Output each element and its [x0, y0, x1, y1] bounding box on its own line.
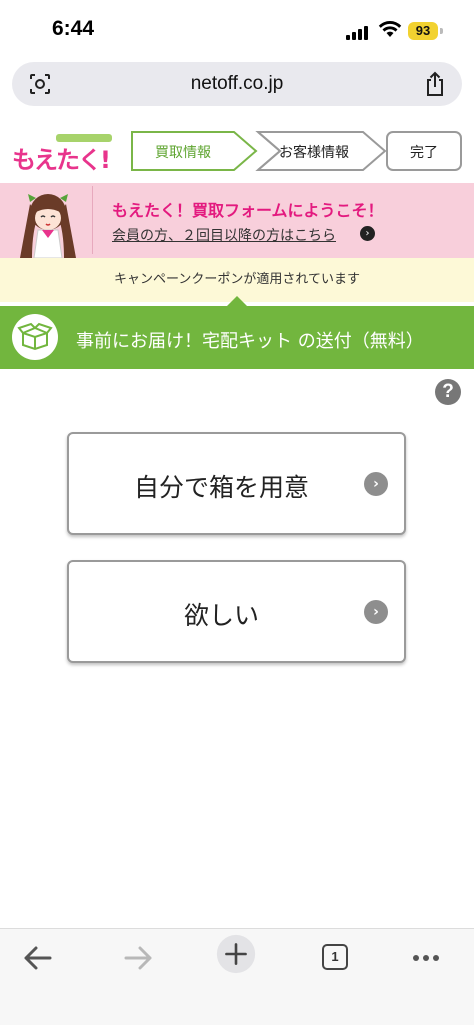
back-arrow-icon[interactable]: [16, 938, 60, 978]
step-1: 買取情報: [131, 131, 258, 171]
help-icon[interactable]: ?: [435, 379, 461, 405]
battery-tip: [440, 28, 443, 34]
step-2: お客様情報: [255, 131, 387, 171]
step-2-label: お客様情報: [279, 144, 349, 161]
status-time: 6:44: [52, 17, 95, 40]
mascot-image: [20, 194, 76, 259]
member-login-link[interactable]: 会員の方、２回目以降の方はこちら: [112, 225, 336, 245]
logo-text: もえたく!: [12, 146, 111, 174]
tab-count: 1: [322, 944, 348, 970]
address-bar[interactable]: netoff.co.jp: [12, 62, 462, 106]
wifi-icon: [378, 21, 402, 37]
chevron-right-icon: ›: [364, 600, 388, 624]
share-icon[interactable]: [424, 71, 446, 97]
site-logo[interactable]: もえたく!: [12, 134, 112, 176]
chevron-right-icon[interactable]: ›: [360, 226, 375, 241]
battery-indicator: 93: [408, 22, 438, 40]
tab-count-button[interactable]: 1: [314, 938, 358, 978]
banner-divider: [92, 186, 93, 254]
section-title: 事前にお届け！宅配キット の送付（無料）: [76, 331, 424, 352]
option-label: 自分で箱を用意: [133, 473, 309, 502]
prepare-own-box-button[interactable]: 自分で箱を用意 ›: [67, 432, 406, 535]
step-3: 完了: [386, 131, 462, 171]
box-icon: [12, 314, 58, 360]
step-1-label: 買取情報: [155, 145, 211, 161]
banner-title: もえたく！買取フォームにようこそ！: [112, 201, 384, 220]
more-icon[interactable]: [404, 938, 448, 978]
want-kit-button[interactable]: 欲しい ›: [67, 560, 406, 663]
chevron-right-icon: ›: [364, 472, 388, 496]
url-text[interactable]: netoff.co.jp: [12, 73, 462, 95]
plus-icon[interactable]: [214, 934, 258, 974]
coupon-text: キャンペーンクーポンが適用されています: [114, 272, 360, 287]
option-label: 欲しい: [183, 601, 259, 630]
cellular-signal-icon: [346, 24, 372, 40]
forward-arrow-icon[interactable]: [116, 938, 160, 978]
status-bar: 6:44 93: [0, 0, 474, 58]
step-3-label: 完了: [410, 145, 438, 161]
progress-steps: 買取情報 お客様情報 完了: [131, 131, 462, 171]
